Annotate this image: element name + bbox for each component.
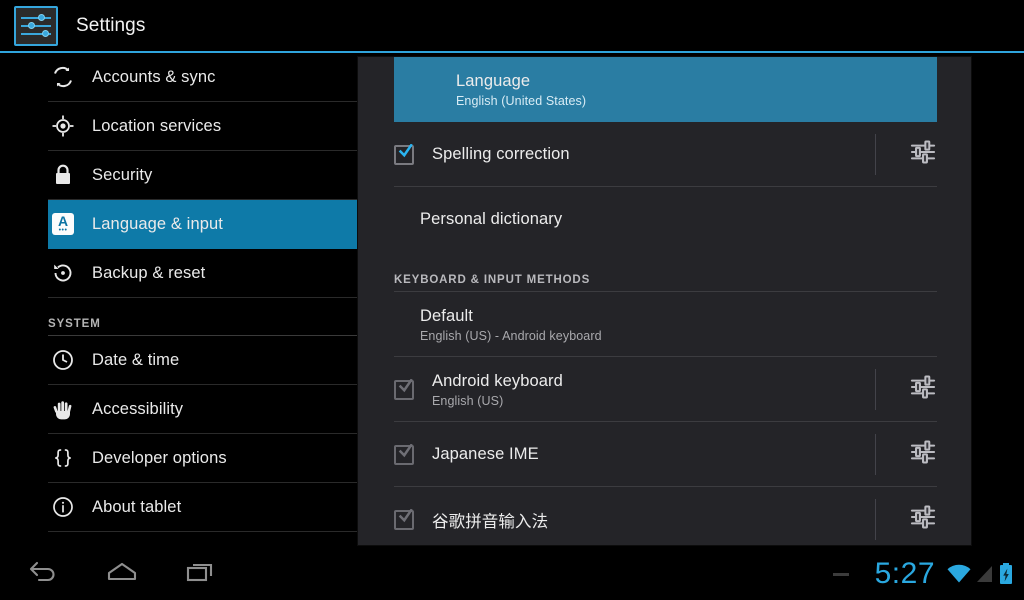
home-icon <box>104 559 140 590</box>
clock-icon <box>48 345 78 375</box>
sidebar-item-label: Accessibility <box>92 399 184 418</box>
sliders-settings-icon <box>909 503 937 536</box>
android-settings-screen: Settings Accounts & sync Location servic… <box>0 0 1024 600</box>
sidebar-item-label: Accounts & sync <box>92 67 216 86</box>
sidebar-item-label: Location services <box>92 116 222 135</box>
sync-icon <box>48 62 78 92</box>
back-arrow-icon <box>26 559 62 590</box>
list-item-japanese-ime[interactable]: Japanese IME <box>358 422 971 487</box>
row-title: 谷歌拼音输入法 <box>432 512 549 531</box>
info-circle-icon <box>48 492 78 522</box>
sidebar-item-label: About tablet <box>92 497 182 516</box>
android-keyboard-settings-button[interactable] <box>875 357 971 422</box>
recent-apps-icon <box>185 559 219 590</box>
sidebar-item-label: Security <box>92 165 153 184</box>
sidebar-item-label: Date & time <box>92 350 180 369</box>
battery-charging-icon <box>998 562 1014 586</box>
sidebar-item-accounts-sync[interactable]: Accounts & sync <box>48 53 357 102</box>
row-separator <box>875 369 876 410</box>
sidebar-item-label: Developer options <box>92 448 227 467</box>
sliders-settings-icon <box>909 438 937 471</box>
recents-button[interactable] <box>166 548 238 600</box>
row-separator <box>875 434 876 475</box>
sidebar-section-system: SYSTEM <box>48 298 358 336</box>
lock-icon <box>48 160 78 190</box>
japanese-ime-checkbox[interactable] <box>394 443 414 465</box>
row-title: Android keyboard <box>432 371 563 390</box>
android-keyboard-checkbox[interactable] <box>394 378 414 400</box>
google-pinyin-settings-button[interactable] <box>875 487 971 545</box>
list-item-google-pinyin[interactable]: 谷歌拼音输入法 <box>358 487 971 545</box>
row-title: Spelling correction <box>432 145 570 163</box>
dash-icon <box>832 572 849 576</box>
sidebar-item-security[interactable]: Security <box>48 151 357 200</box>
list-item-personal-dictionary[interactable]: Personal dictionary <box>358 187 971 252</box>
row-title: Personal dictionary <box>420 210 563 228</box>
hand-icon <box>48 394 78 424</box>
home-button[interactable] <box>86 548 158 600</box>
location-crosshair-icon <box>48 111 78 141</box>
row-title: Japanese IME <box>432 445 539 463</box>
back-button[interactable] <box>8 548 80 600</box>
braces-icon <box>48 443 78 473</box>
sliders-settings-icon <box>909 138 937 171</box>
row-subtitle: English (US) <box>432 393 504 408</box>
row-separator <box>875 499 876 540</box>
row-separator <box>875 134 876 175</box>
language-a-icon: A ••• <box>48 209 78 239</box>
google-pinyin-checkbox[interactable] <box>394 508 414 530</box>
backup-restore-icon <box>48 258 78 288</box>
row-subtitle: English (US) - Android keyboard <box>420 328 602 343</box>
sidebar-item-date-time[interactable]: Date & time <box>48 336 357 385</box>
settings-sliders-icon <box>14 6 58 46</box>
sidebar-item-accessibility[interactable]: Accessibility <box>48 385 357 434</box>
row-subtitle: English (United States) <box>456 93 587 108</box>
spelling-correction-settings-button[interactable] <box>875 122 971 187</box>
list-item-language[interactable]: Language English (United States) <box>394 57 937 122</box>
sidebar-item-label: Language & input <box>92 214 223 233</box>
app-header: Settings <box>0 0 1024 52</box>
section-keyboard-input-methods: KEYBOARD & INPUT METHODS <box>358 252 971 292</box>
page-title: Settings <box>76 15 146 36</box>
row-title: Language <box>456 71 531 90</box>
status-tray[interactable]: 5:27 <box>832 548 1014 600</box>
sidebar-item-language-input[interactable]: A ••• Language & input <box>48 200 357 249</box>
list-item-spelling-correction[interactable]: Spelling correction <box>358 122 971 187</box>
japanese-ime-settings-button[interactable] <box>875 422 971 487</box>
list-item-android-keyboard[interactable]: Android keyboard English (US) <box>358 357 971 422</box>
system-navigation-bar: 5:27 <box>0 548 1024 600</box>
settings-sidebar: Accounts & sync Location services Securi… <box>0 53 358 548</box>
signal-bars-icon <box>975 563 995 585</box>
wifi-icon <box>946 563 972 585</box>
sidebar-item-label: Backup & reset <box>92 263 206 282</box>
row-title: Default <box>420 306 473 325</box>
sidebar-section-label: SYSTEM <box>48 318 101 330</box>
spelling-correction-checkbox[interactable] <box>394 143 414 165</box>
sliders-settings-icon <box>909 373 937 406</box>
sidebar-item-about-tablet[interactable]: About tablet <box>48 483 357 532</box>
sidebar-item-location-services[interactable]: Location services <box>48 102 357 151</box>
section-label: KEYBOARD & INPUT METHODS <box>394 274 591 286</box>
status-clock: 5:27 <box>874 557 935 590</box>
language-input-panel: Language English (United States) Spellin… <box>357 56 972 546</box>
sidebar-item-backup-reset[interactable]: Backup & reset <box>48 249 357 298</box>
sidebar-item-developer-options[interactable]: Developer options <box>48 434 357 483</box>
list-item-default-keyboard[interactable]: Default English (US) - Android keyboard <box>358 292 971 357</box>
